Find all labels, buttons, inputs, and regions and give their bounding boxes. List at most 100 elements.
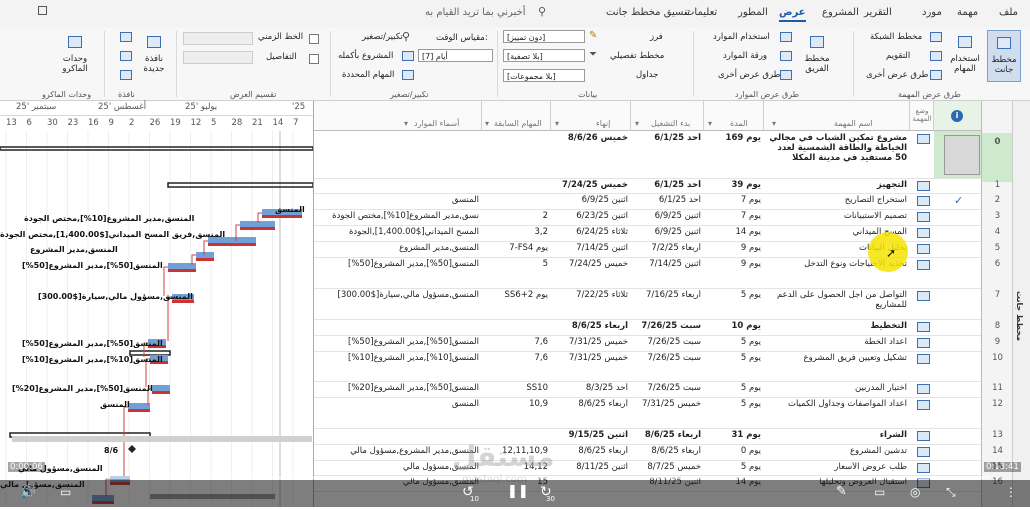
team-planner-button[interactable]: مخطط الفريق (800, 30, 834, 80)
other-task-views-button[interactable]: طرق عرض أخرى (866, 70, 928, 80)
cell-res[interactable]: المنسق[50%],مدير المشروع[50%] (314, 337, 482, 347)
captions-icon[interactable]: ▭ (60, 485, 71, 499)
entire-project-button[interactable]: المشروع بأكمله (338, 51, 393, 61)
volume-icon[interactable]: 🔊 (20, 485, 36, 500)
tab-gantt-format[interactable]: تنسيق مخطط جانت (606, 7, 690, 18)
screen-icon[interactable]: ▭ (874, 485, 885, 499)
cell-finish[interactable]: اثنين 6/9/25 (551, 195, 631, 205)
cell-duration[interactable]: 14 يوم (704, 227, 764, 237)
cell-pred[interactable]: SS6+2 يوم (482, 290, 551, 300)
cell-duration[interactable]: 9 يوم (704, 259, 764, 269)
row-number[interactable]: 4 (982, 227, 1013, 237)
cell-name[interactable]: التواصل من اجل الحصول على الدعم للمشاريع (764, 290, 910, 319)
cell-duration[interactable]: 5 يوم (704, 399, 764, 409)
row-number[interactable]: 7 (982, 290, 1013, 300)
cell-start[interactable]: سبت 7/26/25 (631, 337, 704, 347)
gantt-chart-button[interactable]: مخطط جانت (987, 30, 1021, 82)
hide-icon[interactable] (120, 70, 132, 80)
row-number[interactable]: 5 (982, 243, 1013, 253)
cell-res[interactable]: المنسق[10%],مدير المشروع[10%] (314, 353, 482, 363)
cell-start[interactable]: أحد 6/1/25 (631, 195, 704, 205)
start-column-header[interactable]: بدء التشغيل ▾ (631, 101, 704, 131)
gantt-chart[interactable]: المنسق المنسق,مدير المشروع[10%],مختص الجو… (0, 131, 314, 507)
cell-finish[interactable]: خميس 8/6/26 (551, 133, 631, 143)
cell-duration[interactable]: 7 يوم (704, 195, 764, 205)
cell-start[interactable]: أربعاء 8/6/25 (631, 430, 704, 440)
cell-start[interactable]: أربعاء 7/16/25 (631, 290, 704, 300)
cell-finish[interactable]: أربعاء 8/6/25 (551, 399, 631, 409)
chevron-down-icon[interactable]: ▾ (485, 119, 489, 128)
cell-finish[interactable]: خميس 7/31/25 (551, 337, 631, 347)
cell-res[interactable]: المنسق (314, 195, 482, 205)
tab-resource[interactable]: مورد (922, 7, 942, 18)
cell-pred[interactable]: 7-FS4 يوم (482, 243, 551, 253)
cell-pred[interactable]: 2 (482, 211, 551, 221)
table-row[interactable]: التجهيز 39 يوم أحد 6/1/25 خميس 7/24/25 (314, 178, 982, 193)
cell-pred[interactable]: 10,9 (482, 399, 551, 409)
row-number[interactable]: 13 (982, 430, 1013, 440)
vr-icon[interactable]: ◎ (910, 485, 920, 499)
highlight-dropdown[interactable]: [دون تمييز] (503, 30, 585, 43)
cell-name[interactable]: الشراء (764, 430, 910, 440)
cell-name[interactable]: التجهيز (764, 180, 910, 190)
chevron-down-icon[interactable]: ▾ (635, 119, 639, 128)
table-row[interactable]: استخراج التصاريح 7 يوم أحد 6/1/25 اثنين 6/9… (314, 193, 982, 209)
info-column-header[interactable]: i (934, 101, 982, 131)
cell-start[interactable]: اثنين 6/9/25 (631, 227, 704, 237)
cell-name[interactable]: اختيار المدربين (764, 383, 910, 393)
table-row[interactable]: تصميم الاستبيانات 7 يوم اثنين 6/9/25 اثنين … (314, 209, 982, 225)
timeline-dropdown[interactable] (183, 32, 253, 45)
other-resource-views-button[interactable]: طرق عرض أخرى (718, 70, 780, 80)
chevron-down-icon[interactable]: ▾ (772, 119, 776, 128)
switch-windows-icon[interactable] (120, 32, 132, 42)
cell-duration[interactable]: 169 يوم (704, 133, 764, 143)
filter-dropdown[interactable]: [بلا تصفية] (503, 49, 585, 62)
resource-usage-button[interactable]: استخدام الموارد (713, 32, 770, 42)
row-number[interactable]: 10 (982, 353, 1013, 363)
chevron-down-icon[interactable]: ▾ (708, 119, 712, 128)
cell-finish[interactable]: خميس 7/24/25 (551, 180, 631, 190)
cell-res[interactable]: المسح الميداني[$1,400.00],الجودة (314, 227, 482, 237)
tab-task[interactable]: مهمة (957, 7, 978, 18)
task-name-column-header[interactable]: اسم المهمة ▾ (764, 101, 910, 131)
resource-sheet-button[interactable]: ورقة الموارد (723, 51, 767, 61)
table-row[interactable]: التخطيط 10 يوم سبت 7/26/25 أربعاء 8/6/25 (314, 319, 982, 335)
row-number[interactable]: 8 (982, 321, 1013, 331)
selected-tasks-button[interactable]: المهام المحددة (342, 70, 394, 80)
cell-res[interactable]: المنسق,مسؤول مالي,سيارة[$300.00] (314, 290, 482, 300)
chevron-down-icon[interactable]: ▾ (555, 119, 559, 128)
cell-name[interactable]: تدشين المشروع (764, 446, 910, 456)
cell-start[interactable]: أربعاء 8/6/25 (631, 446, 704, 456)
chevron-down-icon[interactable]: ▾ (404, 119, 408, 128)
table-row[interactable]: تشكيل وتعيين فريق المشروع 5 يوم سبت 7/26/2… (314, 351, 982, 381)
calendar-button[interactable]: التقويم (886, 51, 910, 61)
table-row[interactable]: اختيار المدربين 5 يوم سبت 7/26/25 أحد 8/3/2… (314, 381, 982, 397)
details-dropdown[interactable] (183, 51, 253, 64)
cell-finish[interactable]: أحد 8/3/25 (551, 383, 631, 393)
cell-start[interactable]: خميس 8/7/25 (631, 462, 704, 472)
row-number[interactable]: 11 (982, 383, 1013, 393)
cell-name[interactable]: التخطيط (764, 321, 910, 331)
mode-column-header[interactable]: وضع المهمة (910, 101, 934, 131)
cell-res[interactable]: نسق,مدير المشروع[10%],مختص الجودة (314, 211, 482, 221)
sort-button[interactable]: فرز (650, 32, 663, 42)
timescale-dropdown[interactable]: [7] أيام (418, 49, 493, 62)
cell-duration[interactable]: 5 يوم (704, 353, 764, 363)
table-row[interactable]: تدشين المشروع 0 يوم أربعاء 8/6/25 أربعاء 8/… (314, 444, 982, 460)
cell-pred[interactable]: SS10 (482, 383, 551, 393)
cell-start[interactable]: سبت 7/26/25 (631, 353, 704, 363)
cell-name[interactable]: تصميم الاستبيانات (764, 211, 910, 221)
cell-start[interactable]: أربعاء 7/2/25 (631, 243, 704, 253)
cell-duration[interactable]: 5 يوم (704, 337, 764, 347)
cell-start[interactable]: سبت 7/26/25 (631, 383, 704, 393)
row-number[interactable]: 1 (982, 180, 1013, 190)
more-icon[interactable]: ⋮ (1005, 485, 1017, 499)
search-input[interactable]: أخبرني بما تريد القيام به (425, 7, 526, 18)
row-number[interactable]: 6 (982, 259, 1013, 269)
cell-duration[interactable]: 7 يوم (704, 211, 764, 221)
cell-start[interactable]: أحد 6/1/25 (631, 180, 704, 190)
cell-res[interactable]: المنسق (314, 399, 482, 409)
cell-start[interactable]: أحد 6/1/25 (631, 133, 704, 143)
cell-duration[interactable]: 31 يوم (704, 430, 764, 440)
cell-finish[interactable]: ثلاثاء 7/22/25 (551, 290, 631, 300)
